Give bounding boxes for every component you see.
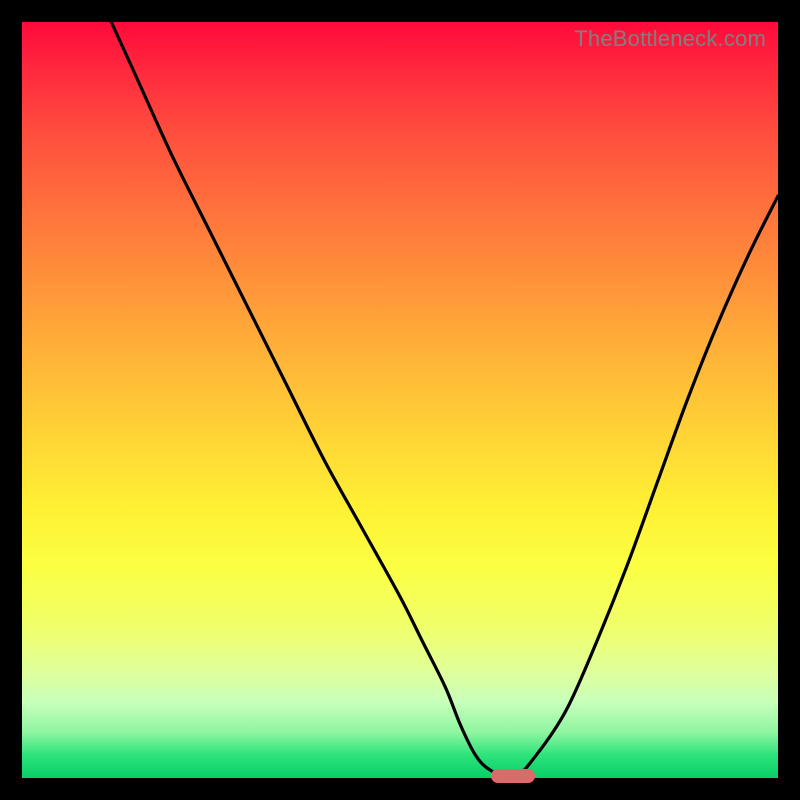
bottleneck-curve [22, 22, 778, 778]
curve-path [22, 0, 778, 779]
chart-frame: TheBottleneck.com [0, 0, 800, 800]
plot-area: TheBottleneck.com [22, 22, 778, 778]
optimal-marker [491, 769, 535, 783]
